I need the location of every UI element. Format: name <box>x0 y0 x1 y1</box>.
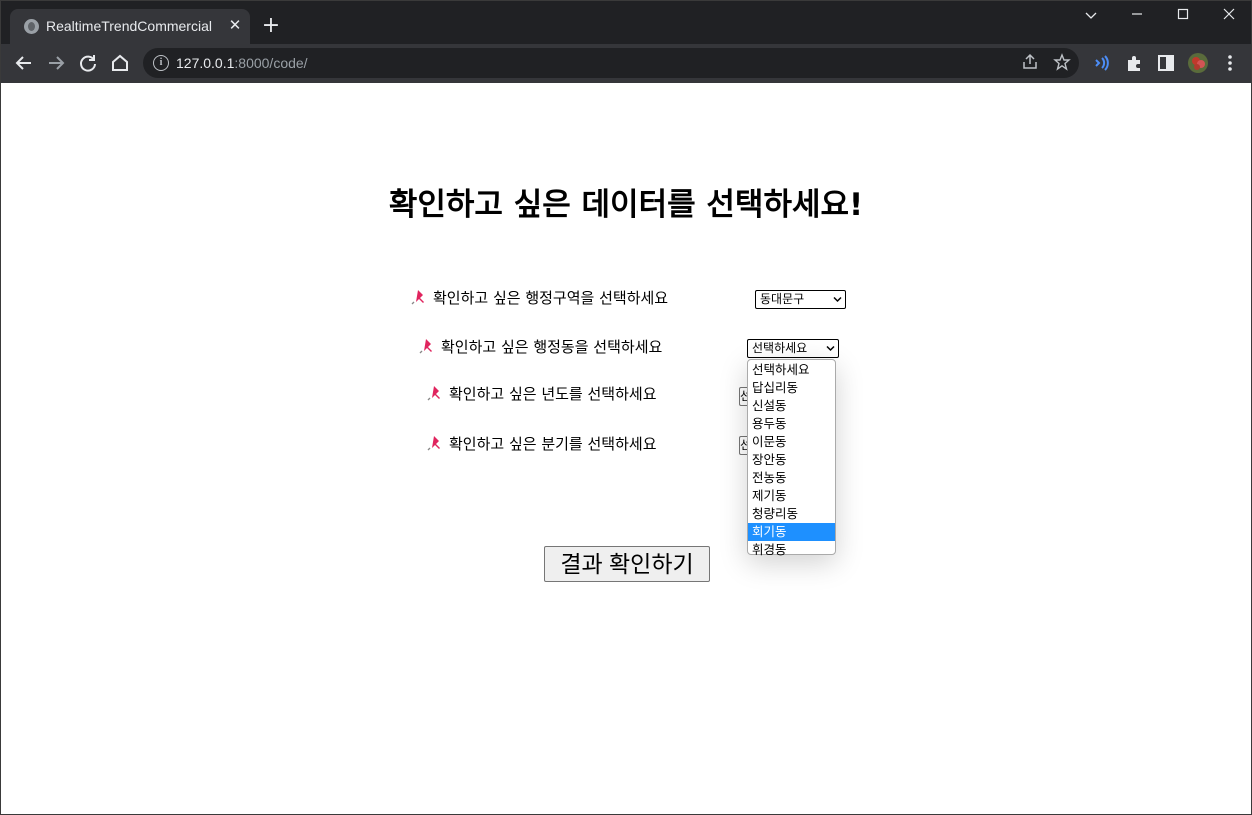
side-panel-icon[interactable] <box>1155 52 1177 74</box>
maximize-icon[interactable] <box>1173 6 1193 26</box>
menu-icon[interactable] <box>1219 52 1241 74</box>
close-tab-icon[interactable]: ✕ <box>226 16 244 34</box>
dong-select[interactable]: 선택하세요 <box>747 339 839 358</box>
dropdown-option[interactable]: 답십리동 <box>748 379 835 397</box>
home-icon[interactable] <box>109 52 131 74</box>
page-title: 확인하고 싶은 데이터를 선택하세요! <box>388 187 864 223</box>
dropdown-option-highlighted[interactable]: 회기동 <box>748 523 835 541</box>
dong-dropdown-list[interactable]: 선택하세요 답십리동 신설동 용두동 이문동 장안동 전농동 제기동 청량리동 … <box>747 359 836 557</box>
dong-label: 확인하고 싶은 행정동을 선택하세요 <box>419 336 662 358</box>
info-icon[interactable]: i <box>153 55 169 71</box>
address-bar[interactable]: i 127.0.0.1:8000/code/ <box>143 48 1079 78</box>
close-window-icon[interactable] <box>1219 6 1239 26</box>
pin-icon <box>427 436 440 451</box>
dropdown-option[interactable]: 전농동 <box>748 469 835 487</box>
url-text[interactable]: 127.0.0.1:8000/code/ <box>176 55 308 71</box>
dropdown-option[interactable]: 신설동 <box>748 397 835 415</box>
dropdown-option[interactable]: 장안동 <box>748 451 835 469</box>
browser-tab[interactable]: RealtimeTrendCommercial ✕ <box>10 9 250 44</box>
forward-icon[interactable] <box>45 52 67 74</box>
share-icon[interactable] <box>1021 53 1039 75</box>
district-select[interactable]: 동대문구 <box>755 290 846 309</box>
district-label: 확인하고 싶은 행정구역을 선택하세요 <box>411 287 668 309</box>
dropdown-option[interactable]: 청량리동 <box>748 505 835 523</box>
browser-toolbar: i 127.0.0.1:8000/code/ <box>1 44 1251 83</box>
minimize-icon[interactable] <box>1127 6 1147 26</box>
year-label: 확인하고 싶은 년도를 선택하세요 <box>427 383 657 405</box>
dropdown-option[interactable]: 선택하세요 <box>748 361 835 379</box>
pin-icon <box>411 290 424 305</box>
globe-icon <box>24 19 39 34</box>
dropdown-option[interactable]: 휘경동 <box>748 541 835 559</box>
extensions-icon[interactable] <box>1123 52 1145 74</box>
sound-icon[interactable] <box>1091 52 1113 74</box>
profile-avatar[interactable] <box>1187 52 1209 74</box>
star-icon[interactable] <box>1053 53 1071 75</box>
chevron-down-icon[interactable] <box>1081 6 1101 26</box>
tab-title: RealtimeTrendCommercial <box>46 18 212 34</box>
browser-window: RealtimeTrendCommercial ✕ + i 127.0.0.1:… <box>0 0 1252 815</box>
dropdown-option[interactable]: 이문동 <box>748 433 835 451</box>
reload-icon[interactable] <box>77 52 99 74</box>
title-bar: RealtimeTrendCommercial ✕ + <box>1 1 1251 44</box>
dropdown-option[interactable]: 용두동 <box>748 415 835 433</box>
pin-icon <box>419 339 432 354</box>
dropdown-option[interactable]: 제기동 <box>748 487 835 505</box>
back-icon[interactable] <box>13 52 35 74</box>
page-content: 확인하고 싶은 데이터를 선택하세요! 확인하고 싶은 행정구역을 선택하세요 … <box>1 83 1251 814</box>
pin-icon <box>427 386 440 401</box>
plus-icon[interactable]: + <box>261 15 281 37</box>
submit-button[interactable]: 결과 확인하기 <box>544 546 710 582</box>
quarter-label: 확인하고 싶은 분기를 선택하세요 <box>427 433 657 455</box>
